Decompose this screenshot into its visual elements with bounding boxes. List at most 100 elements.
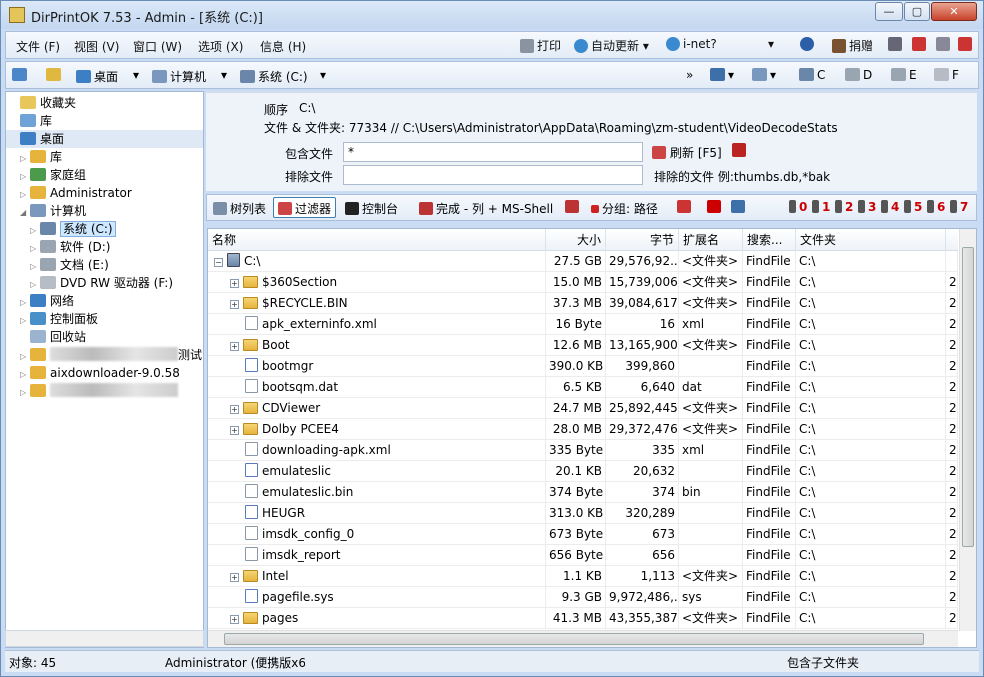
row-expander[interactable]: + [230,342,239,351]
tree-item[interactable]: ▷ 软件 (D:) [30,238,110,256]
table-row[interactable]: imsdk_report 656 Byte656 FindFileC:\2( [208,545,958,566]
drive-f-button[interactable]: F [934,68,959,82]
row-expander[interactable]: + [230,615,239,624]
level-button[interactable]: 4 [881,200,899,214]
table-row[interactable]: bootmgr 390.0 KB399,860 FindFileC:\2( [208,356,958,377]
nav-more-button[interactable]: » [686,68,693,82]
level-button[interactable]: 1 [812,200,830,214]
tree-item[interactable]: ▷ 库 [20,148,62,166]
nav-drive-dropdown[interactable]: ▾ [320,68,326,82]
refresh-button[interactable]: 刷新 [F5] [652,144,722,161]
tree-item[interactable]: ▷ Administrator [20,184,132,202]
network-view-button[interactable]: ▾ [752,68,776,82]
col-folder[interactable]: 文件夹 [796,229,946,251]
tree-expander[interactable]: ▷ [20,384,30,402]
tree-item[interactable]: ▷ 家庭组 [20,166,86,184]
table-row[interactable]: + $360Section 15.0 MB 15,739,006 <文件夹> FindFi… [208,272,958,293]
menu-window[interactable]: 窗口 (W) [133,38,182,55]
tree-item[interactable]: ◢ 计算机 [20,202,86,220]
copy-button[interactable] [731,200,748,214]
tree-item[interactable]: ▷ 控制面板 [20,310,98,328]
tree-item[interactable]: 收藏夹 [10,94,76,112]
help-button[interactable] [800,37,817,51]
donate-button[interactable]: 捐赠 [832,37,873,54]
table-row[interactable]: pagefile.sys 9.3 GB 9,972,486,... sys FindFi… [208,587,958,608]
tab-filter[interactable]: 过滤器 [273,197,337,218]
menu-file[interactable]: 文件 (F) [16,38,60,55]
tree-item[interactable]: ▷ 文档 (E:) [30,256,109,274]
tree-item[interactable]: ▷ [20,382,178,400]
tree-item[interactable]: ▷ DVD RW 驱动器 (F:) [30,274,173,292]
table-row[interactable]: apk_externinfo.xml 16 Byte 16 xml FindFile C:… [208,314,958,335]
inet-button[interactable]: i-net? [666,37,717,51]
col-bytes[interactable]: 字节 [606,229,679,251]
exclude-input[interactable] [343,165,643,185]
drive-c-button[interactable]: C [799,68,825,82]
row-expander[interactable]: + [230,300,239,309]
menu-options[interactable]: 选项 (X) [198,38,243,55]
drive-e-button[interactable]: E [891,68,917,82]
row-expander[interactable]: + [230,426,239,435]
tool-button[interactable] [565,200,582,214]
mdi-close-button[interactable] [912,37,929,51]
table-row[interactable]: − C:\ 27.5 GB 29,576,92... <文件夹> FindFile C:\ [208,251,958,272]
tab-console[interactable]: 控制台 [345,200,398,217]
tree-item[interactable]: 回收站 [20,328,86,346]
table-row[interactable]: emulateslic 20.1 KB 20,632 FindFile C:\ 2 [208,461,958,482]
level-button[interactable]: 0 [789,200,807,214]
menu-info[interactable]: 信息 (H) [260,38,306,55]
group-button[interactable]: 分组: 路径 [591,200,658,217]
tree-item[interactable]: ▷ 测试 [20,346,202,364]
horizontal-scrollbar[interactable] [208,630,958,647]
table-row[interactable]: + pages 41.3 MB 43,355,387 <文件夹> FindFile C:\ 2 [208,608,958,629]
mdi-exit-button[interactable] [958,37,975,51]
table-row[interactable]: + $RECYCLE.BIN 37.3 MB 39,084,617 <文件夹> FindF… [208,293,958,314]
nav-drive[interactable]: 系统 (C:) [240,68,308,85]
col-name[interactable]: 名称 [208,229,546,251]
row-expander[interactable]: + [230,573,239,582]
maximize-button[interactable]: ▢ [904,2,930,21]
tree-item[interactable]: ▷ aixdownloader-9.0.58 [20,364,180,382]
row-expander[interactable]: + [230,405,239,414]
cancel-button[interactable] [707,200,724,214]
level-button[interactable]: 3 [858,200,876,214]
table-row[interactable]: imsdk_config_0 673 Byte673 FindFileC:\2( [208,524,958,545]
col-size[interactable]: 大小 [546,229,606,251]
menu-view[interactable]: 视图 (V) [74,38,119,55]
level-button[interactable]: 2 [835,200,853,214]
col-extra[interactable] [946,229,958,251]
table-row[interactable]: + CDViewer 24.7 MB 25,892,445 <文件夹> FindFile C… [208,398,958,419]
nav-desktop-dropdown[interactable]: ▾ [133,68,139,82]
close-button[interactable]: ✕ [931,2,977,21]
tab-tree-list[interactable]: 树列表 [213,200,266,217]
col-search[interactable]: 搜索... [743,229,796,251]
clear-filter-button[interactable] [732,143,746,158]
sync-button[interactable] [677,200,694,214]
print-button[interactable]: 打印 [520,37,561,54]
tree-expander[interactable]: ◢ [20,204,30,222]
autoupdate-button[interactable]: 自动更新 ▾ [574,37,649,54]
drive-d-button[interactable]: D [845,68,872,82]
level-button[interactable]: 6 [927,200,945,214]
up-button[interactable] [46,68,64,82]
include-input[interactable] [343,142,643,162]
table-row[interactable]: + Intel 1.1 KB 1,113 <文件夹> FindFile C:\ 2 [208,566,958,587]
col-extension[interactable]: 扩展名 [679,229,743,251]
table-row[interactable]: + Dolby PCEE4 28.0 MB 29,372,476 <文件夹> FindFi… [208,419,958,440]
tree-item[interactable]: ▷ 系统 (C:) [30,220,116,238]
complete-button[interactable]: 完成 - 列 + MS-Shell [419,200,553,217]
tree-horizontal-scrollbar[interactable] [5,630,204,647]
table-row[interactable]: HEUGR 313.0 KB320,289 FindFileC:\2( [208,503,958,524]
view-mode-button[interactable]: ▾ [710,68,734,82]
mdi-restore-button[interactable] [936,37,953,51]
row-expander[interactable]: − [214,258,223,267]
tree-item[interactable]: 库 [10,112,52,130]
table-row[interactable]: + Boot 12.6 MB13,165,900<文件夹>FindFileC:\2( [208,335,958,356]
tree-item[interactable]: ▷ 网络 [20,292,74,310]
table-row[interactable]: emulateslic.bin 374 Byte 374 bin FindFile C:\… [208,482,958,503]
search-tool-button[interactable] [888,37,905,51]
row-expander[interactable]: + [230,279,239,288]
nav-computer-dropdown[interactable]: ▾ [221,68,227,82]
vertical-scrollbar[interactable] [959,229,976,631]
level-button[interactable]: 7 [950,200,968,214]
